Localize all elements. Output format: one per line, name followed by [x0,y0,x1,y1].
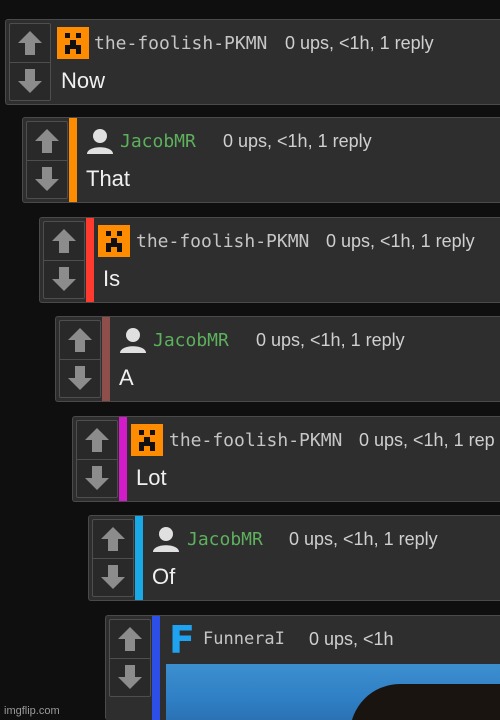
vote-box [109,619,151,697]
comment-meta: 0 ups, <1h [309,629,394,649]
user-silhouette-icon [153,527,179,552]
vote-box [26,121,68,199]
arrow-down-icon [18,69,42,93]
upvote-button[interactable] [93,520,133,559]
upvote-button[interactable] [110,620,150,659]
comment-text: That [86,166,131,191]
arrow-down-icon [101,565,125,589]
arrow-up-icon [18,31,42,55]
comment: the-foolish-PKMN 0 ups, <1h, 1 rep Lot [72,416,500,502]
vote-box [92,519,134,597]
vote-box [43,221,85,299]
downvote-button[interactable] [10,62,50,100]
arrow-up-icon [118,627,142,651]
comment: JacobMR 0 ups, <1h, 1 reply Of [88,515,500,601]
username[interactable]: JacobMR [187,529,263,550]
arrow-up-icon [35,129,59,153]
comment: the-foolish-PKMN 0 ups, <1h, 1 reply Now [5,19,500,105]
arrow-down-icon [52,267,76,291]
comment-text: Of [152,564,176,589]
username[interactable]: the-foolish-PKMN [94,33,267,54]
downvote-button[interactable] [44,260,84,298]
downvote-button[interactable] [60,359,100,397]
comment-text: Now [61,68,106,93]
thread-depth-bar [152,616,160,720]
thread-depth-bar [102,317,110,401]
letter-f-icon: F [169,618,195,662]
username[interactable]: the-foolish-PKMN [136,231,309,252]
upvote-button[interactable] [44,222,84,261]
arrow-up-icon [52,229,76,253]
image-content [350,684,500,720]
comment-text: A [119,365,134,390]
comment-text: Is [103,266,121,291]
username[interactable]: the-foolish-PKMN [169,430,342,451]
upvote-button[interactable] [27,122,67,161]
comment: JacobMR 0 ups, <1h, 1 reply A [55,316,500,402]
arrow-up-icon [68,328,92,352]
downvote-button[interactable] [77,459,117,497]
vote-box [9,23,51,101]
arrow-down-icon [118,665,142,689]
downvote-button[interactable] [93,558,133,596]
comment-text: Lot [136,465,167,490]
arrow-up-icon [85,428,109,452]
comment-meta: 0 ups, <1h, 1 reply [289,529,438,549]
upvote-button[interactable] [77,421,117,460]
username[interactable]: FunneraI [203,629,285,649]
downvote-button[interactable] [27,160,67,198]
upvote-button[interactable] [10,24,50,63]
thread-depth-bar [69,118,77,202]
pixel-face-icon [57,27,89,59]
pixel-face-icon [131,424,163,456]
vote-box [76,420,118,498]
comment-meta: 0 ups, <1h, 1 rep [359,430,495,450]
upvote-button[interactable] [60,321,100,360]
comment-image[interactable] [166,664,500,720]
comment-meta: 0 ups, <1h, 1 reply [326,231,475,251]
arrow-up-icon [101,527,125,551]
comment-meta: 0 ups, <1h, 1 reply [285,33,434,53]
thread-depth-bar [119,417,127,501]
watermark: imgflip.com [4,705,60,717]
username[interactable]: JacobMR [120,131,196,152]
arrow-down-icon [85,466,109,490]
username[interactable]: JacobMR [153,330,229,351]
pixel-face-icon [98,225,130,257]
arrow-down-icon [68,366,92,390]
arrow-down-icon [35,167,59,191]
comment-meta: 0 ups, <1h, 1 reply [223,131,372,151]
comment-meta: 0 ups, <1h, 1 reply [256,330,405,350]
user-silhouette-icon [120,328,146,353]
vote-box [59,320,101,398]
thread-depth-bar [86,218,94,302]
downvote-button[interactable] [110,658,150,696]
comment: JacobMR 0 ups, <1h, 1 reply That [22,117,500,203]
comment: F FunneraI 0 ups, <1h [105,615,500,720]
thread-depth-bar [135,516,143,600]
user-silhouette-icon [87,129,113,154]
comment: the-foolish-PKMN 0 ups, <1h, 1 reply Is [39,217,500,303]
